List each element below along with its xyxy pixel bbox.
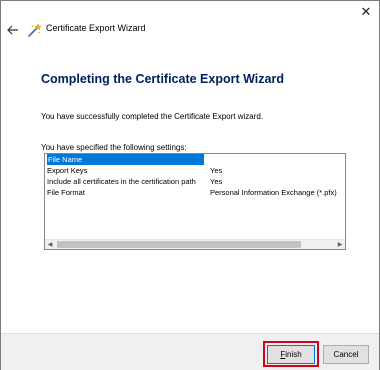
- settings-list: File Name Export Keys Yes Include all ce…: [47, 154, 343, 198]
- title-bar: Certificate Export Wizard: [1, 19, 379, 41]
- settings-row-export-keys[interactable]: Export Keys Yes: [47, 165, 343, 176]
- close-icon[interactable]: ✕: [359, 4, 373, 18]
- horizontal-scrollbar[interactable]: ◀ ▶: [45, 239, 345, 249]
- setting-value: Yes: [210, 177, 223, 186]
- scrollbar-thumb[interactable]: [57, 241, 301, 248]
- wizard-window: ✕ Certificate Export Wizard Completing t…: [0, 0, 380, 370]
- settings-row-include-certificates[interactable]: Include all certificates in the certific…: [47, 176, 343, 187]
- settings-listbox[interactable]: File Name Export Keys Yes Include all ce…: [44, 153, 346, 250]
- setting-key: Include all certificates in the certific…: [47, 177, 196, 186]
- scroll-right-icon[interactable]: ▶: [335, 240, 345, 249]
- setting-value: Personal Information Exchange (*.pfx): [210, 188, 337, 197]
- scroll-left-icon[interactable]: ◀: [45, 240, 55, 249]
- setting-key: File Format: [47, 188, 85, 197]
- finish-label: inish: [285, 350, 302, 359]
- settings-row-file-name[interactable]: File Name: [47, 154, 343, 165]
- window-title: Certificate Export Wizard: [46, 23, 146, 33]
- back-arrow-icon[interactable]: [5, 22, 21, 38]
- success-message: You have successfully completed the Cert…: [41, 112, 264, 121]
- page-heading: Completing the Certificate Export Wizard: [41, 72, 284, 86]
- setting-key: File Name: [47, 154, 204, 165]
- certificate-wizard-icon: [26, 22, 42, 38]
- setting-value: Yes: [210, 166, 223, 175]
- settings-label: You have specified the following setting…: [41, 143, 187, 152]
- settings-row-file-format[interactable]: File Format Personal Information Exchang…: [47, 187, 343, 198]
- finish-button[interactable]: Finish: [267, 345, 315, 364]
- cancel-button[interactable]: Cancel: [323, 345, 369, 364]
- setting-key: Export Keys: [47, 166, 88, 175]
